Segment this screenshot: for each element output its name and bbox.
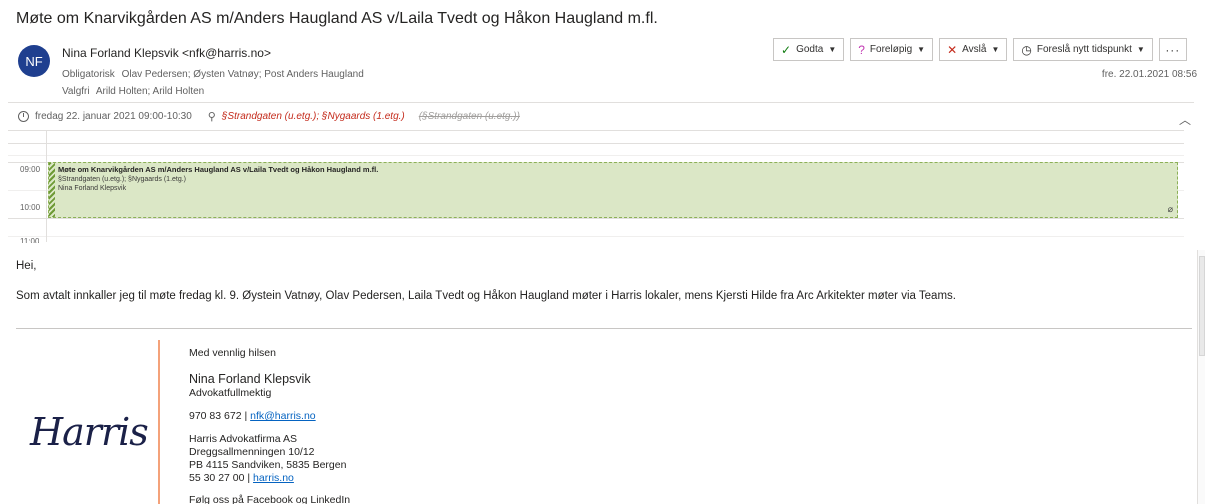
sent-date: fre. 22.01.2021 08:56 (1101, 69, 1197, 80)
required-label: Obligatorisk (62, 69, 115, 80)
meeting-when: fredag 22. januar 2021 09:00-10:30 (35, 111, 192, 122)
signature-web-link[interactable]: harris.no (253, 472, 294, 484)
decline-label: Avslå (962, 44, 987, 55)
cal-gridline (8, 236, 1184, 237)
header-divider (8, 102, 1194, 103)
signature-social[interactable]: Følg oss på Facebook og LinkedIn (189, 494, 350, 504)
optional-attendees: Valgfri Arild Holten; Arild Holten (62, 86, 204, 97)
decline-button[interactable]: ✕ Avslå ▼ (939, 38, 1008, 61)
accept-label: Godta (796, 44, 824, 55)
clock-icon (18, 111, 29, 122)
signature-accent-bar (158, 340, 160, 504)
cal-gridline (8, 155, 1184, 156)
email-subject: Møte om Knarvikgården AS m/Anders Haugla… (16, 10, 658, 27)
attachment-icon: ⌀ (1167, 204, 1173, 214)
accept-button[interactable]: ✓ Godta ▼ (773, 38, 845, 61)
propose-label: Foreslå nytt tidspunkt (1036, 44, 1132, 55)
cal-gridline (8, 143, 1184, 144)
vertical-scrollbar[interactable] (1197, 250, 1205, 504)
signature-closing: Med vennlig hilsen (189, 347, 276, 359)
propose-time-button[interactable]: ◷ Foreslå nytt tidspunkt ▼ (1013, 38, 1153, 61)
cal-time-label: 10:00 (20, 203, 41, 212)
scrollbar-thumb[interactable] (1199, 256, 1205, 356)
event-organizer: Nina Forland Klepsvik (58, 185, 127, 192)
clock-icon: ◷ (1021, 42, 1032, 57)
meeting-info-bar: fredag 22. januar 2021 09:00-10:30 ⚲ §St… (18, 110, 520, 123)
signature-phone: 970 83 672 | (189, 410, 251, 422)
signature-title: Advokatfullmektig (189, 387, 272, 399)
event-title: Møte om Knarvikgården AS m/Anders Haugla… (58, 165, 379, 174)
old-location: (§Strandgaten (u.etg.)) (418, 111, 520, 122)
signature-po: PB 4115 Sandviken, 5835 Bergen (189, 459, 347, 471)
close-icon: ✕ (947, 42, 958, 57)
signature-name: Nina Forland Klepsvik (189, 372, 311, 386)
response-toolbar: ✓ Godta ▼ ? Foreløpig ▼ ✕ Avslå ▼ ◷ Fore… (773, 38, 1187, 61)
cal-time-label: 11:00 (20, 237, 40, 243)
body-paragraph: Som avtalt innkaller jeg til møte fredag… (16, 290, 956, 302)
signature-separator (16, 328, 1192, 329)
calendar-event[interactable]: Møte om Knarvikgården AS m/Anders Haugla… (48, 162, 1178, 218)
cal-time-label: 09:00 (20, 165, 41, 174)
signature-street: Dreggsallmenningen 10/12 (189, 446, 315, 458)
cal-gutter (46, 131, 47, 242)
tentative-button[interactable]: ? Foreløpig ▼ (850, 38, 934, 61)
cal-gridline (8, 218, 1184, 219)
meeting-location[interactable]: §Strandgaten (u.etg.); §Nygaards (1.etg.… (222, 111, 405, 122)
body-greeting: Hei, (16, 260, 37, 272)
chevron-down-icon: ▼ (917, 45, 926, 54)
event-location: §Strandgaten (u.etg.); §Nygaards (1.etg.… (58, 176, 187, 183)
chevron-down-icon: ▼ (991, 45, 1000, 54)
harris-logo: Harris (30, 410, 149, 454)
checkmark-icon: ✓ (781, 42, 792, 57)
signature-company: Harris Advokatfirma AS (189, 433, 297, 445)
tentative-label: Foreløpig (869, 44, 913, 55)
chevron-down-icon: ▼ (1136, 45, 1145, 54)
location-pin-icon: ⚲ (207, 111, 216, 123)
collapse-chevron-icon[interactable]: ︿ (1179, 111, 1191, 128)
signature-email-link[interactable]: nfk@harris.no (250, 410, 316, 422)
calendar-preview[interactable]: 09:00 10:00 11:00 Møte om Knarvikgården … (8, 130, 1184, 243)
required-attendees: Obligatorisk Olav Pedersen; Øysten Vatnø… (62, 69, 364, 80)
signature-contact: 970 83 672 | nfk@harris.no (189, 410, 316, 422)
signature-web-line: 55 30 27 00 | harris.no (189, 472, 294, 484)
tentative-stripe (49, 163, 55, 217)
more-actions-button[interactable]: ··· (1158, 38, 1187, 61)
chevron-down-icon: ▼ (828, 45, 837, 54)
avatar[interactable]: NF (18, 45, 50, 77)
signature-switchboard: 55 30 27 00 | (189, 472, 254, 484)
optional-label: Valgfri (62, 86, 90, 97)
question-mark-icon: ? (858, 42, 865, 57)
optional-list[interactable]: Arild Holten; Arild Holten (96, 86, 204, 97)
required-list[interactable]: Olav Pedersen; Øysten Vatnøy; Post Ander… (122, 69, 364, 80)
sender-name[interactable]: Nina Forland Klepsvik <nfk@harris.no> (62, 46, 271, 60)
